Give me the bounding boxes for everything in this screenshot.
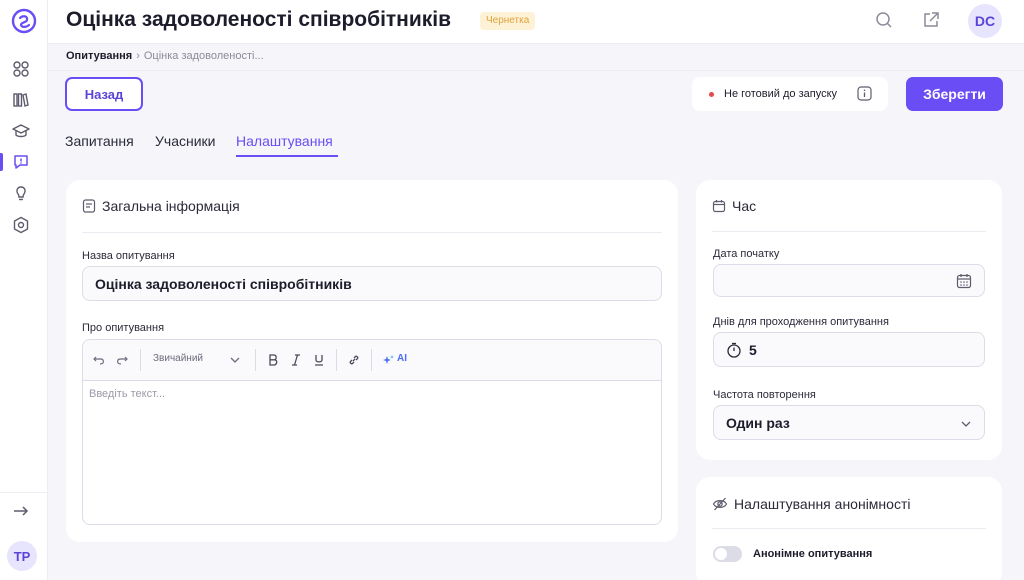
breadcrumb-chevron-icon: › — [136, 50, 140, 62]
launch-status: Не готовий до запуску — [692, 77, 888, 111]
status-dot — [709, 91, 714, 97]
ai-button-label[interactable]: AI — [397, 353, 407, 364]
app-logo-icon[interactable] — [11, 8, 37, 34]
time-label: Час — [732, 198, 757, 214]
top-bar: Оцінка задоволеності співробітників Черн… — [48, 0, 1024, 44]
sidebar-active-indicator — [0, 153, 3, 171]
settings-hexagon-icon[interactable] — [12, 216, 30, 234]
status-badge: Чернетка — [480, 12, 536, 30]
document-icon — [82, 199, 96, 213]
survey-name-value: Оцінка задоволеності співробітників — [95, 275, 352, 292]
anonymous-toggle[interactable] — [713, 546, 742, 562]
save-button[interactable]: Зберегти — [906, 77, 1003, 111]
expand-arrow-icon[interactable] — [12, 502, 30, 520]
anonymous-toggle-label: Анонімне опитування — [753, 548, 873, 560]
library-icon[interactable] — [12, 91, 30, 109]
editor-text-area[interactable]: Введіть текст... — [89, 388, 165, 400]
underline-icon[interactable] — [312, 353, 326, 367]
editor-toolbar: Звичайний AI — [83, 340, 661, 381]
days-value: 5 — [749, 341, 757, 358]
ai-sparkle-icon[interactable] — [381, 353, 395, 367]
launch-status-label: Не готовий до запуску — [724, 88, 838, 100]
anonymity-divider — [712, 528, 986, 529]
lightbulb-icon[interactable] — [12, 185, 30, 203]
frequency-select[interactable]: Один раз — [713, 405, 985, 440]
frequency-value: Один раз — [726, 414, 790, 431]
anonymity-title: Налаштування анонімності — [712, 496, 910, 512]
survey-name-input[interactable]: Оцінка задоволеності співробітників — [82, 266, 662, 301]
back-button[interactable]: Назад — [65, 77, 143, 111]
toolbar-separator — [255, 349, 256, 371]
link-icon[interactable] — [347, 353, 361, 367]
active-tab-underline — [236, 155, 338, 157]
start-date-input[interactable] — [713, 264, 985, 297]
toggle-knob — [715, 548, 727, 560]
about-survey-label: Про опитування — [82, 322, 165, 334]
breadcrumb-current: Оцінка задоволеності... — [143, 50, 264, 62]
sidebar-divider — [0, 492, 48, 493]
breadcrumb: Опитування › Оцінка задоволеності... — [66, 50, 264, 62]
time-title: Час — [712, 198, 756, 214]
toolbar-separator — [336, 349, 337, 371]
stopwatch-icon — [727, 342, 741, 358]
graduation-cap-icon[interactable] — [12, 122, 30, 140]
breadcrumb-divider — [48, 70, 1024, 71]
survey-name-label: Назва опитування — [82, 250, 175, 262]
general-info-divider — [82, 232, 662, 233]
search-icon[interactable] — [874, 10, 894, 30]
calendar-icon — [712, 200, 726, 213]
survey-chat-icon[interactable] — [12, 153, 30, 171]
tab-participants[interactable]: Учасники — [155, 133, 215, 149]
chevron-down-icon[interactable] — [228, 353, 242, 367]
page-title: Оцінка задоволеності співробітників — [66, 8, 452, 31]
anonymity-label: Налаштування анонімності — [734, 496, 911, 512]
general-info-label: Загальна інформація — [102, 198, 240, 214]
undo-icon[interactable] — [92, 353, 106, 367]
frequency-label: Частота повторення — [713, 389, 816, 401]
time-divider — [712, 231, 986, 232]
eye-off-icon — [712, 497, 728, 511]
redo-icon[interactable] — [115, 353, 129, 367]
dashboard-icon[interactable] — [12, 60, 30, 78]
breadcrumb-root[interactable]: Опитування — [66, 50, 132, 62]
tab-questions[interactable]: Запитання — [65, 133, 134, 149]
calendar-picker-icon[interactable] — [956, 273, 972, 289]
header-avatar[interactable]: DC — [968, 4, 1002, 38]
user-avatar[interactable]: TP — [7, 541, 37, 571]
toolbar-separator — [140, 349, 141, 371]
sidebar: TP — [0, 0, 48, 580]
tab-settings[interactable]: Налаштування — [236, 133, 333, 149]
days-label: Днів для проходження опитування — [713, 316, 889, 328]
days-input[interactable]: 5 — [713, 332, 985, 367]
general-info-title: Загальна інформація — [82, 198, 240, 214]
toolbar-separator — [371, 349, 372, 371]
start-date-label: Дата початку — [713, 248, 780, 260]
rich-text-editor: Звичайний AI Введіть текст... — [82, 339, 662, 525]
info-icon[interactable] — [857, 86, 872, 101]
text-style-select[interactable]: Звичайний — [153, 353, 203, 364]
italic-icon[interactable] — [289, 353, 303, 367]
chevron-down-icon[interactable] — [960, 418, 972, 430]
bold-icon[interactable] — [266, 353, 280, 367]
external-link-icon[interactable] — [921, 10, 941, 30]
